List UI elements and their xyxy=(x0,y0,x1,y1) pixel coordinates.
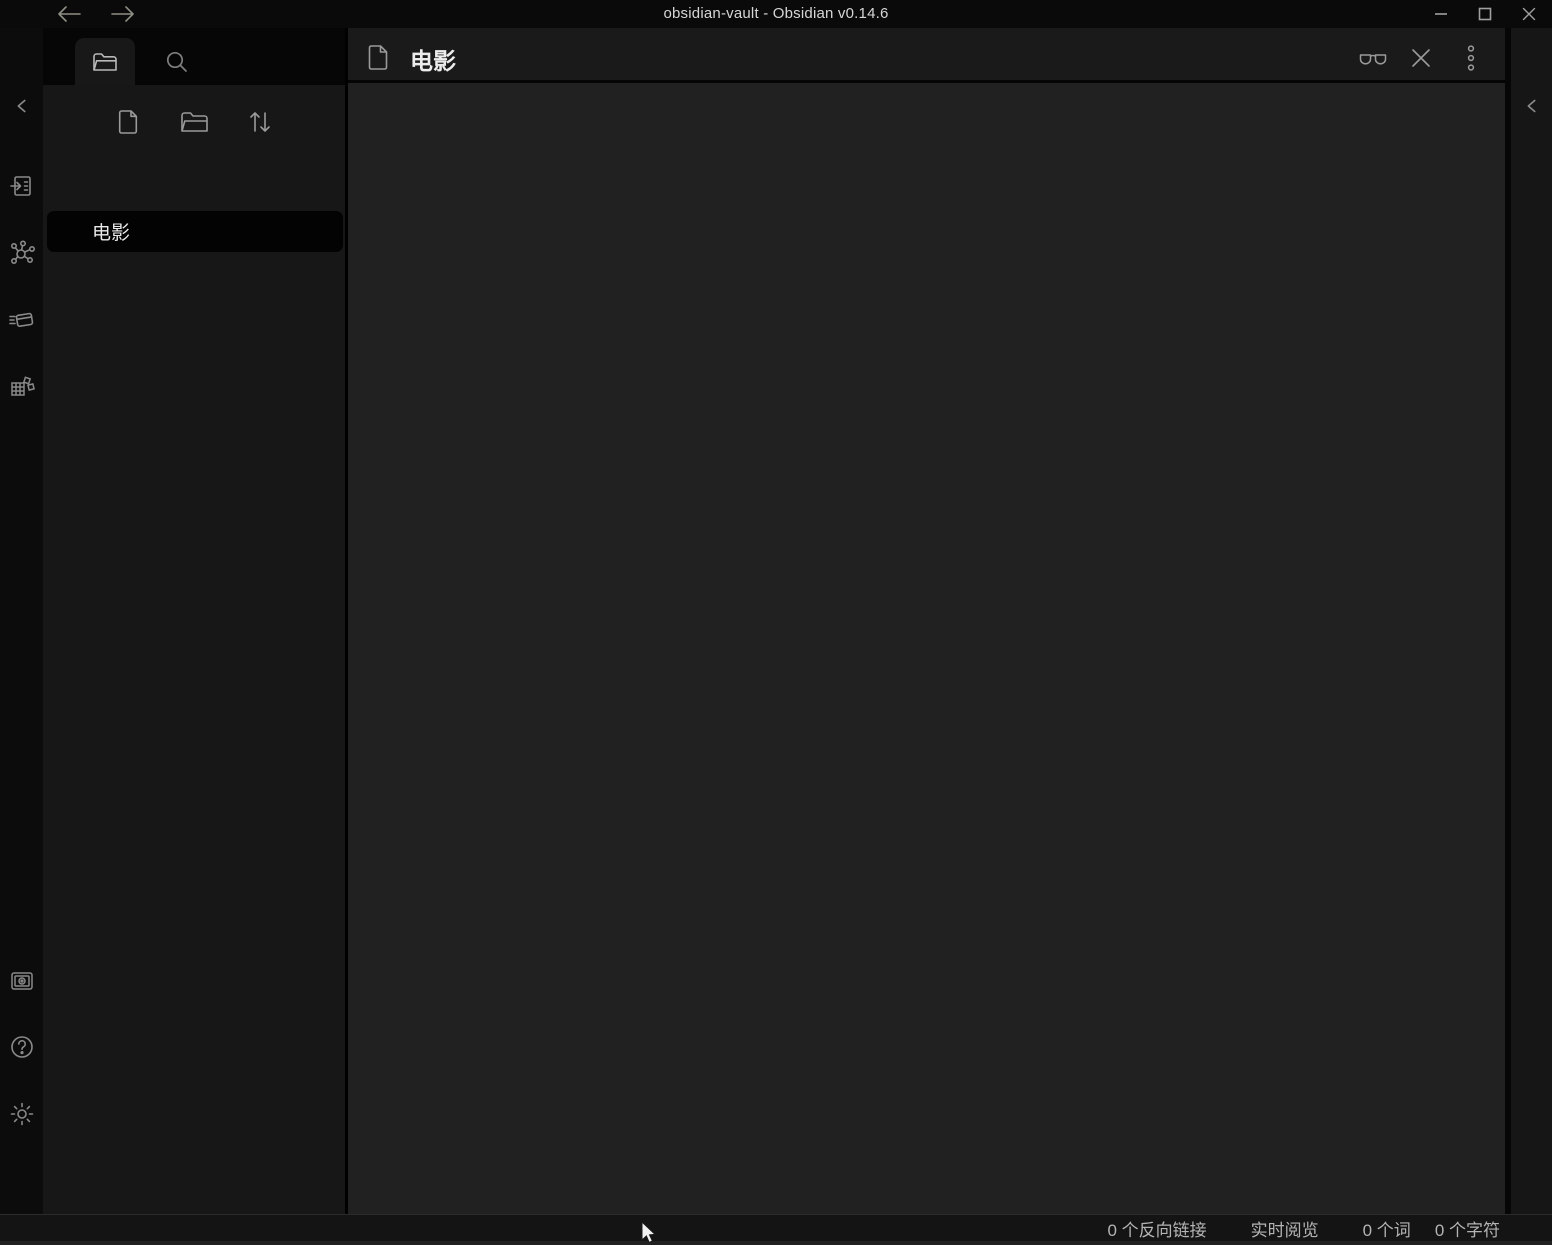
quick-switcher-icon xyxy=(9,173,35,199)
minimize-button[interactable] xyxy=(1430,3,1452,25)
sort-arrows-icon xyxy=(247,108,273,136)
new-folder-button[interactable] xyxy=(179,107,209,137)
command-palette-icon xyxy=(8,306,36,334)
character-count: 0 个字符 xyxy=(1435,1216,1500,1241)
kebab-menu-icon xyxy=(1466,44,1476,72)
quick-switcher-button[interactable] xyxy=(0,169,43,203)
command-palette-button[interactable] xyxy=(0,303,43,337)
document-icon xyxy=(366,44,390,71)
graph-view-icon xyxy=(8,239,36,267)
right-sidebar-collapsed xyxy=(1511,28,1552,1214)
status-bar: 0 个反向链接 实时阅览 0 个词 0 个字符 xyxy=(0,1214,1552,1241)
minimize-icon xyxy=(1433,6,1449,22)
file-explorer-panel: obsidian-vault 电影 xyxy=(43,85,345,1214)
mouse-cursor xyxy=(641,1221,659,1245)
folder-icon xyxy=(91,49,119,75)
note-title[interactable]: 电影 xyxy=(410,42,456,76)
gear-icon xyxy=(8,1100,36,1128)
backlink-count[interactable]: 0 个反向链接 xyxy=(1107,1216,1206,1241)
chevron-left-icon xyxy=(11,95,33,117)
help-button[interactable] xyxy=(0,1030,43,1064)
sidebar-tabbar xyxy=(43,28,345,85)
left-ribbon xyxy=(0,28,43,1214)
left-sidebar: obsidian-vault 电影 xyxy=(43,28,345,1214)
random-note-icon xyxy=(8,374,36,402)
titlebar: obsidian-vault - Obsidian v0.14.6 xyxy=(0,0,1552,28)
new-note-icon xyxy=(115,108,141,136)
close-icon xyxy=(1521,6,1537,22)
word-count: 0 个词 xyxy=(1363,1216,1411,1241)
new-folder-icon xyxy=(179,109,209,135)
file-item-selected[interactable]: 电影 xyxy=(47,211,343,252)
glasses-icon xyxy=(1358,47,1388,69)
reading-view-button[interactable] xyxy=(1357,42,1389,74)
collapse-left-sidebar-button[interactable] xyxy=(0,89,43,123)
random-note-button[interactable] xyxy=(0,371,43,405)
more-options-button[interactable] xyxy=(1455,42,1487,74)
tab-search[interactable] xyxy=(147,38,207,85)
close-icon xyxy=(1410,47,1432,69)
close-window-button[interactable] xyxy=(1518,3,1540,25)
maximize-button[interactable] xyxy=(1474,3,1496,25)
help-icon xyxy=(8,1033,36,1061)
settings-button[interactable] xyxy=(0,1097,43,1131)
explorer-actions xyxy=(43,93,345,151)
graph-view-button[interactable] xyxy=(0,236,43,270)
file-item-label: 电影 xyxy=(47,218,130,245)
editor-content[interactable] xyxy=(348,86,1505,1214)
new-note-button[interactable] xyxy=(113,107,143,137)
expand-right-sidebar-button[interactable] xyxy=(1511,89,1552,123)
close-pane-button[interactable] xyxy=(1405,42,1437,74)
editor-pane: 电影 xyxy=(348,28,1505,1214)
open-vault-button[interactable] xyxy=(0,964,43,998)
window-title: obsidian-vault - Obsidian v0.14.6 xyxy=(0,0,1552,28)
vault-icon xyxy=(8,967,36,995)
pane-header: 电影 xyxy=(348,28,1505,83)
sort-order-button[interactable] xyxy=(245,107,275,137)
chevron-left-icon xyxy=(1521,95,1543,117)
search-icon xyxy=(164,49,190,75)
tab-file-explorer[interactable] xyxy=(75,38,135,85)
maximize-icon xyxy=(1477,6,1493,22)
edit-mode-indicator[interactable]: 实时阅览 xyxy=(1251,1216,1319,1241)
